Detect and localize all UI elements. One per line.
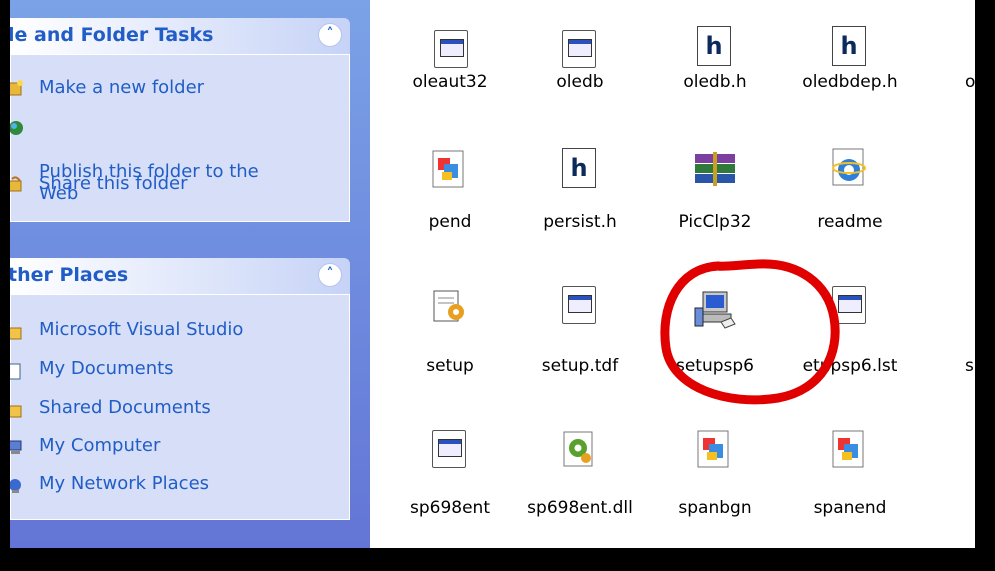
file-tasks-panel: Make a new folder Publish this folder to… bbox=[10, 54, 350, 222]
other-places-title: ther Places bbox=[10, 264, 129, 286]
other-places-header[interactable]: ther Places ˄ bbox=[10, 258, 350, 294]
winrar-archive-icon bbox=[691, 150, 739, 190]
h-header-icon: h bbox=[697, 26, 733, 66]
generic-doc-icon bbox=[432, 430, 468, 470]
file-label: spanend bbox=[813, 498, 887, 518]
place-label: My Documents bbox=[39, 358, 174, 379]
task-label: Share this folder bbox=[39, 173, 188, 194]
file-tasks-header[interactable]: le and Folder Tasks ˄ bbox=[10, 18, 350, 54]
my-documents-icon bbox=[10, 363, 21, 380]
my-computer-icon bbox=[10, 440, 22, 454]
file-tasks-title: le and Folder Tasks bbox=[10, 24, 214, 46]
place-my-documents[interactable]: My Documents bbox=[10, 358, 174, 380]
place-shared-documents[interactable]: Shared Documents bbox=[10, 397, 211, 419]
dll-gear-icon bbox=[562, 430, 598, 470]
file-label: si bbox=[965, 356, 975, 376]
h-header-icon: h bbox=[562, 148, 598, 188]
h-header-icon: h bbox=[832, 26, 868, 66]
place-label: My Computer bbox=[39, 435, 161, 456]
media-doc-icon bbox=[697, 430, 733, 470]
collapse-chevron-icon[interactable]: ˄ bbox=[318, 23, 342, 47]
place-my-computer[interactable]: My Computer bbox=[10, 435, 161, 457]
explorer-window: le and Folder Tasks ˄ Make a new folder … bbox=[10, 0, 975, 548]
new-folder-icon bbox=[10, 80, 23, 96]
place-my-network-places[interactable]: My Network Places bbox=[10, 473, 210, 495]
collapse-chevron-icon[interactable]: ˄ bbox=[318, 263, 342, 287]
file-label: readme bbox=[817, 212, 883, 232]
setup-config-icon bbox=[432, 288, 468, 328]
folder-icon bbox=[10, 327, 22, 340]
generic-doc-icon bbox=[562, 286, 598, 326]
task-label: Make a new folder bbox=[39, 77, 205, 98]
media-doc-icon bbox=[832, 430, 868, 470]
share-folder-icon bbox=[10, 176, 22, 192]
file-label: oledbdep.h bbox=[802, 72, 898, 92]
place-label: My Network Places bbox=[39, 473, 210, 494]
generic-doc-icon bbox=[434, 30, 470, 70]
internet-explorer-icon bbox=[832, 148, 868, 188]
publish-web-icon bbox=[10, 121, 23, 135]
task-make-new-folder[interactable]: Make a new folder bbox=[10, 77, 205, 99]
place-label: Shared Documents bbox=[39, 397, 211, 418]
task-pane: le and Folder Tasks ˄ Make a new folder … bbox=[10, 0, 370, 548]
red-annotation-circle bbox=[660, 259, 840, 405]
generic-doc-icon bbox=[562, 30, 598, 70]
network-places-icon bbox=[10, 479, 21, 493]
file-label: o bbox=[965, 72, 975, 92]
task-share-folder[interactable]: Share this folder bbox=[10, 173, 188, 195]
place-microsoft-visual-studio[interactable]: Microsoft Visual Studio bbox=[10, 319, 244, 341]
place-label: Microsoft Visual Studio bbox=[39, 319, 244, 340]
other-places-panel: Microsoft Visual Studio My Documents Sha… bbox=[10, 294, 350, 520]
media-doc-icon bbox=[432, 150, 468, 190]
folder-icon bbox=[10, 405, 22, 418]
